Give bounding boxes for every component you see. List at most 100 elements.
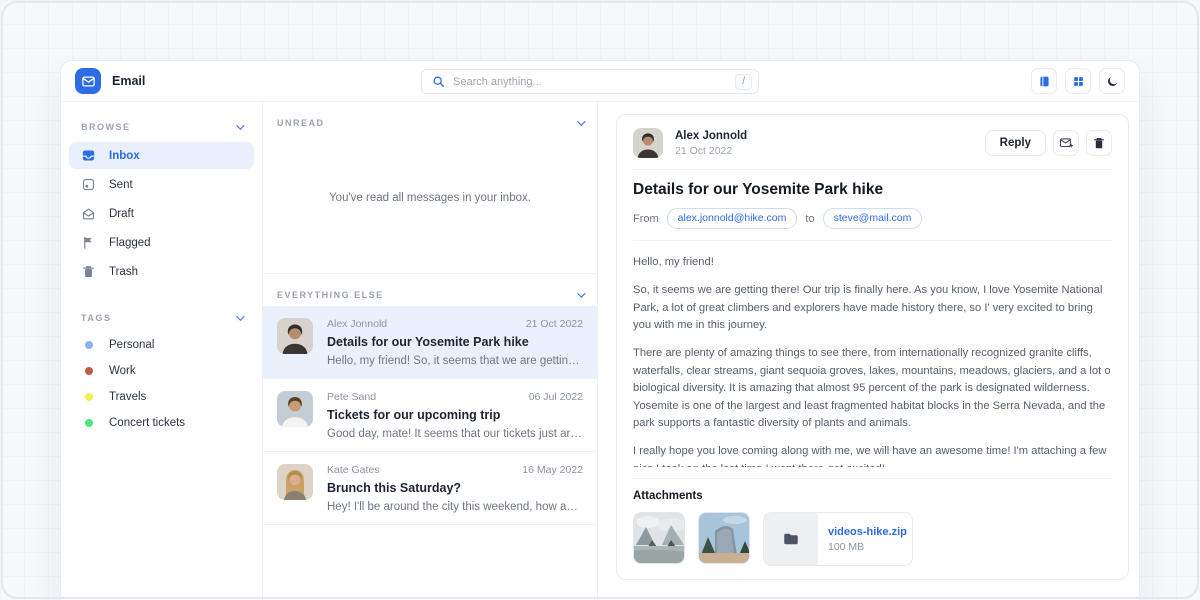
- email-sender: Alex Jonnold: [327, 318, 387, 330]
- search-input[interactable]: [453, 76, 727, 88]
- flag-icon: [81, 235, 96, 250]
- email-subject: Brunch this Saturday?: [327, 481, 583, 495]
- email-date: 06 Jul 2022: [529, 391, 583, 403]
- email-detail-column: Alex Jonnold 21 Oct 2022 Reply: [598, 102, 1139, 600]
- chevron-down-icon: [236, 312, 244, 320]
- tag-color-dot: [85, 341, 93, 349]
- email-meta: Pete Sand 06 Jul 2022 Tickets for our up…: [327, 391, 583, 440]
- tag-item-concert-tickets[interactable]: Concert tickets: [69, 411, 254, 435]
- sidebar: BROWSE Inbox Sent: [61, 102, 263, 600]
- avatar: [277, 464, 313, 500]
- tag-color-dot: [85, 367, 93, 375]
- draft-icon: [81, 206, 96, 221]
- sidebar-item-draft[interactable]: Draft: [69, 200, 254, 227]
- attachment-photo-valley[interactable]: [633, 512, 685, 564]
- to-label: to: [805, 213, 814, 225]
- email-detail-card: Alex Jonnold 21 Oct 2022 Reply: [616, 114, 1129, 580]
- search-bar[interactable]: /: [421, 69, 759, 94]
- reply-button[interactable]: Reply: [985, 130, 1046, 156]
- email-snippet: Hey! I'll be around the city this weeken…: [327, 501, 583, 513]
- tag-label: Travels: [109, 391, 146, 403]
- detail-date: 21 Oct 2022: [675, 145, 747, 157]
- tag-label: Work: [109, 365, 136, 377]
- tags-label: TAGS: [81, 313, 111, 323]
- sidebar-item-sent[interactable]: Sent: [69, 171, 254, 198]
- to-email-pill[interactable]: steve@mail.com: [823, 208, 923, 229]
- sidebar-item-label: Trash: [109, 266, 138, 278]
- unread-section-header[interactable]: UNREAD: [263, 102, 597, 134]
- dark-mode-button[interactable]: [1099, 68, 1125, 94]
- attachments-label: Attachments: [633, 490, 1112, 502]
- avatar: [277, 391, 313, 427]
- tag-item-work[interactable]: Work: [69, 359, 254, 383]
- email-snippet: Good day, mate! It seems that our ticket…: [327, 428, 583, 440]
- search-shortcut-badge: /: [735, 74, 752, 90]
- from-email-pill[interactable]: alex.jonnold@hike.com: [667, 208, 798, 229]
- tags-section-header[interactable]: TAGS: [69, 305, 254, 331]
- forward-mail-button[interactable]: [1053, 130, 1079, 156]
- browse-label: BROWSE: [81, 122, 131, 132]
- detail-subject: Details for our Yosemite Park hike: [633, 181, 1112, 199]
- tag-color-dot: [85, 419, 93, 427]
- attachment-photo-half-dome[interactable]: [698, 512, 750, 564]
- email-body: Hello, my friend! So, it seems we are ge…: [633, 252, 1112, 467]
- delete-mail-button[interactable]: [1086, 130, 1112, 156]
- email-meta: Kate Gates 16 May 2022 Brunch this Satur…: [327, 464, 583, 513]
- tag-item-travels[interactable]: Travels: [69, 385, 254, 409]
- sidebar-item-label: Inbox: [109, 150, 140, 162]
- attachment-file-card[interactable]: videos-hike.zip 100 MB: [763, 512, 913, 566]
- from-to-row: From alex.jonnold@hike.com to steve@mail…: [633, 208, 1112, 229]
- email-list-item[interactable]: Alex Jonnold 21 Oct 2022 Details for our…: [263, 306, 597, 379]
- top-actions: [1031, 68, 1125, 94]
- detail-sender-name: Alex Jonnold: [675, 130, 747, 142]
- email-sender: Pete Sand: [327, 391, 376, 403]
- email-logo-icon: [75, 68, 101, 94]
- unread-label: UNREAD: [277, 118, 325, 128]
- folder-icon: [782, 530, 800, 548]
- app-brand: Email: [75, 68, 145, 94]
- folder-icon-box: [764, 513, 818, 565]
- sidebar-item-flagged[interactable]: Flagged: [69, 229, 254, 256]
- unread-empty-message: You've read all messages in your inbox.: [263, 134, 597, 273]
- detail-actions: Reply: [985, 130, 1112, 156]
- notebook-button[interactable]: [1031, 68, 1057, 94]
- chevron-down-icon: [236, 121, 244, 129]
- email-list-item[interactable]: Pete Sand 06 Jul 2022 Tickets for our up…: [263, 379, 597, 452]
- everything-else-label: EVERYTHING ELSE: [277, 290, 384, 300]
- main-columns: BROWSE Inbox Sent: [61, 102, 1139, 600]
- apps-grid-icon: [1072, 75, 1085, 88]
- body-paragraph: Hello, my friend!: [633, 254, 1112, 271]
- detail-sender-block: Alex Jonnold 21 Oct 2022: [675, 130, 747, 157]
- divider: [633, 169, 1112, 170]
- email-list-item[interactable]: Kate Gates 16 May 2022 Brunch this Satur…: [263, 452, 597, 525]
- sent-icon: [81, 177, 96, 192]
- email-app-window: Email /: [60, 60, 1140, 600]
- everything-else-section-header[interactable]: EVERYTHING ELSE: [263, 274, 597, 306]
- top-bar: Email /: [61, 61, 1139, 102]
- sidebar-item-label: Flagged: [109, 237, 151, 249]
- file-meta: videos-hike.zip 100 MB: [818, 513, 912, 565]
- sidebar-item-inbox[interactable]: Inbox: [69, 142, 254, 169]
- tag-label: Personal: [109, 339, 154, 351]
- tag-label: Concert tickets: [109, 417, 185, 429]
- detail-header: Alex Jonnold 21 Oct 2022 Reply: [633, 128, 1112, 158]
- from-label: From: [633, 213, 659, 225]
- envelope-plus-icon: [1059, 136, 1073, 150]
- email-date: 21 Oct 2022: [526, 318, 583, 330]
- apps-grid-button[interactable]: [1065, 68, 1091, 94]
- sidebar-item-trash[interactable]: Trash: [69, 258, 254, 285]
- body-paragraph: So, it seems we are getting there! Our t…: [633, 282, 1112, 334]
- attachments-row: videos-hike.zip 100 MB: [633, 512, 1112, 566]
- file-size: 100 MB: [828, 541, 902, 553]
- tag-item-personal[interactable]: Personal: [69, 333, 254, 357]
- divider: [633, 478, 1112, 479]
- app-title: Email: [112, 74, 145, 88]
- sidebar-item-label: Sent: [109, 179, 133, 191]
- unread-section: UNREAD You've read all messages in your …: [263, 102, 597, 274]
- browse-section-header[interactable]: BROWSE: [69, 114, 254, 140]
- sidebar-item-label: Draft: [109, 208, 134, 220]
- notebook-icon: [1038, 75, 1051, 88]
- trash-icon: [1092, 136, 1106, 150]
- body-paragraph: There are plenty of amazing things to se…: [633, 345, 1112, 432]
- trash-icon: [81, 264, 96, 279]
